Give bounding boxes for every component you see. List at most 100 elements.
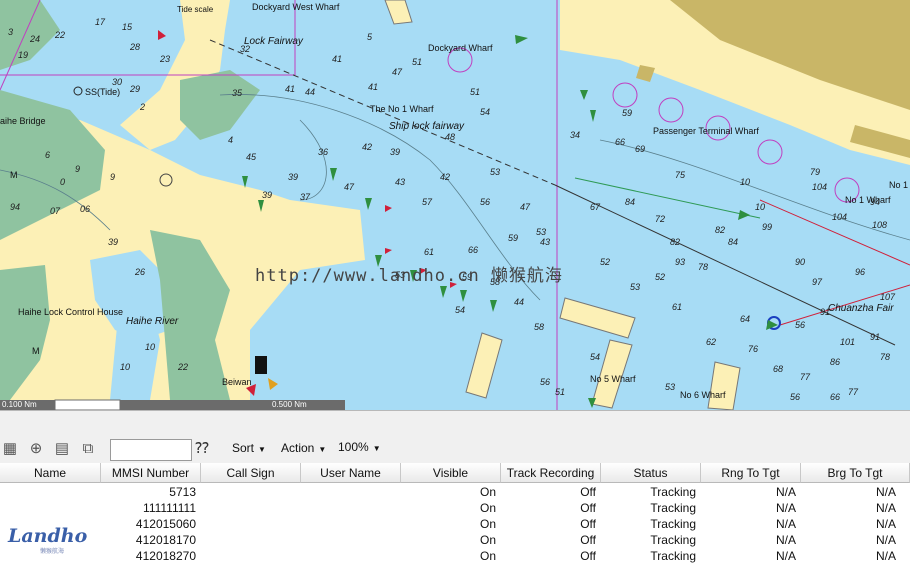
cell-user xyxy=(301,500,396,516)
svg-text:43: 43 xyxy=(540,237,550,247)
svg-text:07: 07 xyxy=(50,206,61,216)
list-view-icon[interactable]: ▤ xyxy=(52,439,72,459)
nautical-chart[interactable]: 3 24 22 17 15 28 23 19 30 29 2 32 35 41 44 41 5 41 47 5… xyxy=(0,0,910,410)
column-header-user-name[interactable]: User Name xyxy=(301,463,401,483)
svg-text:39: 39 xyxy=(262,190,272,200)
target-icon[interactable]: ⊕ xyxy=(26,439,46,459)
table-row[interactable]: 5713 On Off Tracking N/A N/A xyxy=(0,484,910,500)
column-header-name[interactable]: Name xyxy=(0,463,101,483)
label-dockyard-wharf: Dockyard Wharf xyxy=(428,43,493,53)
svg-text:44: 44 xyxy=(305,87,315,97)
svg-text:69: 69 xyxy=(635,144,645,154)
cell-name xyxy=(0,500,96,516)
table-row[interactable]: 111111111 On Off Tracking N/A N/A xyxy=(0,500,910,516)
cell-track: Off xyxy=(580,533,596,547)
svg-text:94: 94 xyxy=(10,202,20,212)
svg-text:91: 91 xyxy=(870,332,880,342)
svg-text:104: 104 xyxy=(832,212,847,222)
cell-user xyxy=(301,548,396,564)
label-no5-wharf: No 5 Wharf xyxy=(590,374,636,384)
svg-text:56: 56 xyxy=(795,320,805,330)
find-binoculars-icon[interactable]: ⁇ xyxy=(192,439,212,459)
svg-text:2: 2 xyxy=(139,102,145,112)
svg-text:82: 82 xyxy=(670,237,680,247)
svg-text:17: 17 xyxy=(95,17,106,27)
label-beiwan: Beiwan xyxy=(222,377,252,387)
chevron-down-icon: ▼ xyxy=(318,445,327,454)
grid-icon[interactable]: ▦ xyxy=(0,439,20,459)
svg-text:0: 0 xyxy=(60,177,65,187)
svg-text:76: 76 xyxy=(748,344,758,354)
column-header-track-recording[interactable]: Track Recording xyxy=(501,463,601,483)
zoom-label: 100% xyxy=(338,440,369,454)
sort-label: Sort xyxy=(232,441,255,455)
cell-status: Tracking xyxy=(650,501,696,515)
cell-track: Off xyxy=(580,501,596,515)
table-row[interactable]: 412018270 On Off Tracking N/A N/A xyxy=(0,548,910,564)
export-icon[interactable]: ⧉ xyxy=(78,439,98,459)
table-row[interactable]: 412018170 On Off Tracking N/A N/A xyxy=(0,532,910,548)
column-header-status[interactable]: Status xyxy=(601,463,701,483)
svg-text:84: 84 xyxy=(728,237,738,247)
cell-mmsi: 111111111 xyxy=(143,501,196,515)
label-the-no1-wharf: The No 1 Wharf xyxy=(370,104,434,114)
label-ship-lock-fairway: Ship lock fairway xyxy=(389,121,465,132)
cell-track: Off xyxy=(580,485,596,499)
toolbar: ▦ ⊕ ▤ ⧉ ⁇ Sort ▼ Action ▼ 100% ▼ xyxy=(0,435,910,464)
label-no6-wharf: No 6 Wharf xyxy=(680,390,726,400)
cell-mmsi: 412018270 xyxy=(135,549,196,563)
sort-menu-button[interactable]: Sort ▼ xyxy=(232,441,266,455)
svg-text:93: 93 xyxy=(675,257,685,267)
svg-text:39: 39 xyxy=(288,172,298,182)
ais-target-table: Name MMSI Number Call Sign User Name Vis… xyxy=(0,463,910,563)
landho-logo: Landho xyxy=(8,525,88,547)
svg-text:82: 82 xyxy=(715,225,725,235)
table-row[interactable]: 412015060 On Off Tracking N/A N/A xyxy=(0,516,910,532)
svg-text:53: 53 xyxy=(536,227,546,237)
svg-text:67: 67 xyxy=(590,202,601,212)
svg-text:35: 35 xyxy=(232,88,243,98)
svg-text:30: 30 xyxy=(112,77,122,87)
svg-text:41: 41 xyxy=(285,84,295,94)
panel-splitter[interactable] xyxy=(0,410,910,436)
svg-text:10: 10 xyxy=(145,342,155,352)
svg-text:101: 101 xyxy=(840,337,855,347)
cell-rng: N/A xyxy=(775,517,796,531)
column-header-mmsi[interactable]: MMSI Number xyxy=(101,463,201,483)
svg-text:96: 96 xyxy=(855,267,865,277)
svg-text:06: 06 xyxy=(80,204,90,214)
svg-text:24: 24 xyxy=(29,34,40,44)
svg-text:37: 37 xyxy=(300,192,311,202)
cell-call xyxy=(201,500,296,516)
cell-visible: On xyxy=(479,549,496,563)
cell-visible: On xyxy=(479,485,496,499)
label-lock-fairway: Lock Fairway xyxy=(244,36,303,47)
cell-status: Tracking xyxy=(650,549,696,563)
label-no1-wharf: No 1 Wharf xyxy=(845,195,891,205)
svg-text:58: 58 xyxy=(534,322,544,332)
chart-canvas[interactable]: 324 2217 15282319 3029232 35 41 4441 541475… xyxy=(0,0,910,410)
svg-text:78: 78 xyxy=(880,352,890,362)
cell-user xyxy=(301,516,396,532)
svg-text:68: 68 xyxy=(773,364,783,374)
svg-text:10: 10 xyxy=(740,177,750,187)
action-menu-button[interactable]: Action ▼ xyxy=(281,441,326,455)
column-header-call-sign[interactable]: Call Sign xyxy=(201,463,301,483)
column-header-brg-to-tgt[interactable]: Brg To Tgt xyxy=(801,463,910,483)
svg-text:19: 19 xyxy=(18,50,28,60)
label-m-mid: M xyxy=(32,346,40,356)
svg-text:54: 54 xyxy=(455,305,465,315)
scale-left: 0.100 Nm xyxy=(0,400,55,410)
column-header-rng-to-tgt[interactable]: Rng To Tgt xyxy=(701,463,801,483)
svg-text:10: 10 xyxy=(120,362,130,372)
svg-text:75: 75 xyxy=(675,170,686,180)
cell-call xyxy=(201,548,296,564)
cell-brg: N/A xyxy=(875,485,896,499)
zoom-select[interactable]: 100% ▼ xyxy=(338,440,381,454)
svg-text:39: 39 xyxy=(390,147,400,157)
search-input[interactable] xyxy=(110,439,192,461)
column-header-visible[interactable]: Visible xyxy=(401,463,501,483)
cell-status: Tracking xyxy=(650,517,696,531)
svg-text:59: 59 xyxy=(622,108,632,118)
svg-text:66: 66 xyxy=(468,245,478,255)
